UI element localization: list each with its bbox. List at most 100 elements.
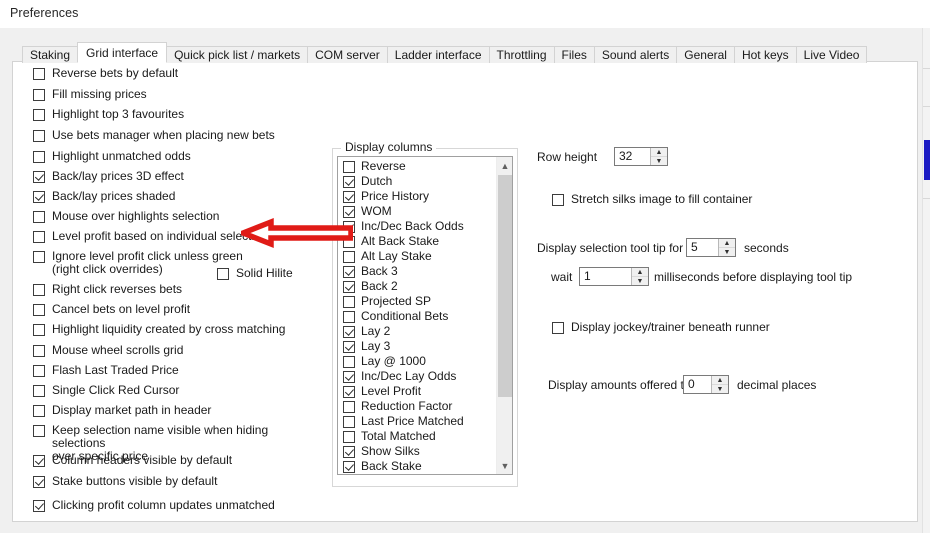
tab-ladder-interface[interactable]: Ladder interface bbox=[386, 46, 490, 63]
list-item-checkbox[interactable] bbox=[343, 355, 355, 368]
checkbox-mouse-wheel-scrolls-grid[interactable]: Mouse wheel scrolls grid bbox=[33, 344, 183, 357]
checkbox-box[interactable] bbox=[33, 211, 45, 223]
checkbox-box[interactable] bbox=[33, 68, 45, 80]
tooltip-duration-spin-down-icon[interactable]: ▼ bbox=[719, 248, 735, 256]
checkbox-box[interactable] bbox=[33, 171, 45, 183]
display-columns-listbox[interactable]: Reverse Dutch Price History WOM Inc/Dec Back… bbox=[337, 156, 513, 475]
list-item[interactable]: Projected SP bbox=[338, 294, 496, 309]
checkbox-use-bets-manager-when-placing-new-bets[interactable]: Use bets manager when placing new bets bbox=[33, 129, 275, 142]
row-height-spin-up-icon[interactable]: ▲ bbox=[651, 148, 667, 157]
checkbox-box[interactable] bbox=[33, 304, 45, 316]
checkbox-ignore-level-profit-click-unless-green[interactable]: Ignore level profit click unless green (r… bbox=[33, 250, 243, 276]
checkbox-mouse-over-highlights-selection[interactable]: Mouse over highlights selection bbox=[33, 210, 219, 223]
list-item-checkbox[interactable] bbox=[343, 265, 355, 278]
solid-hilite-checkbox-box[interactable] bbox=[217, 268, 229, 280]
list-item[interactable]: Back 3 bbox=[338, 264, 496, 279]
tab-general[interactable]: General bbox=[676, 46, 735, 63]
tab-hot-keys[interactable]: Hot keys bbox=[733, 46, 797, 63]
list-item-checkbox[interactable] bbox=[343, 250, 355, 263]
tab-grid-interface[interactable]: Grid interface bbox=[77, 42, 168, 63]
list-item-checkbox[interactable] bbox=[343, 325, 355, 338]
list-item[interactable]: Lay 2 bbox=[338, 324, 496, 339]
jockey-trainer-checkbox-box[interactable] bbox=[552, 322, 564, 334]
tab-staking[interactable]: Staking bbox=[22, 46, 79, 63]
checkbox-box[interactable] bbox=[33, 425, 45, 437]
checkbox-box[interactable] bbox=[33, 500, 45, 512]
checkbox-box[interactable] bbox=[33, 251, 45, 263]
checkbox-flash-last-traded-price[interactable]: Flash Last Traded Price bbox=[33, 364, 179, 377]
list-item[interactable]: Total Matched bbox=[338, 429, 496, 444]
checkbox-box[interactable] bbox=[33, 345, 45, 357]
checkbox-back-lay-prices-shaded[interactable]: Back/lay prices shaded bbox=[33, 190, 175, 203]
list-item-checkbox[interactable] bbox=[343, 280, 355, 293]
checkbox-box[interactable] bbox=[33, 191, 45, 203]
list-item-checkbox[interactable] bbox=[343, 370, 355, 383]
tab-sound-alerts[interactable]: Sound alerts bbox=[593, 46, 678, 63]
list-item[interactable]: Last Price Matched bbox=[338, 414, 496, 429]
checkbox-column-headers-visible-by-default[interactable]: Column headers visible by default bbox=[33, 454, 232, 467]
row-height-spinner[interactable]: 32 ▲ ▼ bbox=[614, 147, 668, 166]
list-item[interactable]: Level Profit bbox=[338, 384, 496, 399]
list-item[interactable]: Conditional Bets bbox=[338, 309, 496, 324]
checkbox-solid-hilite[interactable]: Solid Hilite bbox=[217, 267, 293, 280]
window-vertical-scrollbar[interactable] bbox=[922, 28, 930, 533]
list-item-checkbox[interactable] bbox=[343, 400, 355, 413]
checkbox-highlight-unmatched-odds[interactable]: Highlight unmatched odds bbox=[33, 150, 191, 163]
tooltip-wait-value[interactable]: 1 bbox=[580, 268, 631, 285]
tooltip-duration-spin-buttons[interactable]: ▲ ▼ bbox=[718, 239, 735, 256]
tab-quick-pick-list-markets[interactable]: Quick pick list / markets bbox=[166, 46, 309, 63]
listbox-scrollbar-thumb[interactable] bbox=[498, 175, 512, 397]
list-item-checkbox[interactable] bbox=[343, 310, 355, 323]
tab-live-video[interactable]: Live Video bbox=[795, 46, 868, 63]
tab-files[interactable]: Files bbox=[553, 46, 595, 63]
checkbox-highlight-top-3-favourites[interactable]: Highlight top 3 favourites bbox=[33, 108, 184, 121]
tooltip-wait-spin-up-icon[interactable]: ▲ bbox=[632, 268, 648, 277]
checkbox-display-market-path-in-header[interactable]: Display market path in header bbox=[33, 404, 211, 417]
list-item[interactable]: Price History bbox=[338, 189, 496, 204]
list-item-checkbox[interactable] bbox=[343, 190, 355, 203]
tab-com-server[interactable]: COM server bbox=[307, 46, 388, 63]
tooltip-duration-spinner[interactable]: 5 ▲ ▼ bbox=[686, 238, 736, 257]
checkbox-box[interactable] bbox=[33, 151, 45, 163]
checkbox-box[interactable] bbox=[33, 455, 45, 467]
list-item[interactable]: WOM bbox=[338, 204, 496, 219]
list-item-checkbox[interactable] bbox=[343, 460, 355, 473]
tooltip-wait-spin-buttons[interactable]: ▲ ▼ bbox=[631, 268, 648, 285]
tooltip-duration-value[interactable]: 5 bbox=[687, 239, 718, 256]
decimal-places-spin-up-icon[interactable]: ▲ bbox=[712, 376, 728, 385]
checkbox-box[interactable] bbox=[33, 385, 45, 397]
checkbox-level-profit-based-on-individual-selection[interactable]: Level profit based on individual selecti… bbox=[33, 230, 267, 243]
window-scrollbar-thumb[interactable] bbox=[924, 140, 930, 180]
list-item[interactable]: Back Stake bbox=[338, 459, 496, 474]
list-item-checkbox[interactable] bbox=[343, 220, 355, 233]
list-item[interactable]: Reverse bbox=[338, 159, 496, 174]
list-item-checkbox[interactable] bbox=[343, 430, 355, 443]
tooltip-wait-spin-down-icon[interactable]: ▼ bbox=[632, 277, 648, 285]
row-height-spin-buttons[interactable]: ▲ ▼ bbox=[650, 148, 667, 165]
checkbox-right-click-reverses-bets[interactable]: Right click reverses bets bbox=[33, 283, 182, 296]
checkbox-box[interactable] bbox=[33, 476, 45, 488]
decimal-places-spin-buttons[interactable]: ▲ ▼ bbox=[711, 376, 728, 393]
list-item-checkbox[interactable] bbox=[343, 415, 355, 428]
row-height-spin-down-icon[interactable]: ▼ bbox=[651, 157, 667, 165]
decimal-places-spinner[interactable]: 0 ▲ ▼ bbox=[683, 375, 729, 394]
checkbox-box[interactable] bbox=[33, 109, 45, 121]
checkbox-single-click-red-cursor[interactable]: Single Click Red Cursor bbox=[33, 384, 179, 397]
list-item-checkbox[interactable] bbox=[343, 160, 355, 173]
decimal-places-spin-down-icon[interactable]: ▼ bbox=[712, 385, 728, 393]
checkbox-cancel-bets-on-level-profit[interactable]: Cancel bets on level profit bbox=[33, 303, 190, 316]
checkbox-stake-buttons-visible-by-default[interactable]: Stake buttons visible by default bbox=[33, 475, 217, 488]
checkbox-reverse-bets-by-default[interactable]: Reverse bets by default bbox=[33, 67, 178, 80]
list-item-checkbox[interactable] bbox=[343, 340, 355, 353]
checkbox-display-jockey-trainer[interactable]: Display jockey/trainer beneath runner bbox=[552, 321, 770, 334]
checkbox-box[interactable] bbox=[33, 365, 45, 377]
row-height-value[interactable]: 32 bbox=[615, 148, 650, 165]
checkbox-fill-missing-prices[interactable]: Fill missing prices bbox=[33, 88, 147, 101]
checkbox-stretch-silks[interactable]: Stretch silks image to fill container bbox=[552, 193, 752, 206]
checkbox-box[interactable] bbox=[33, 89, 45, 101]
stretch-silks-checkbox-box[interactable] bbox=[552, 194, 564, 206]
list-item-checkbox[interactable] bbox=[343, 385, 355, 398]
list-item[interactable]: Lay 3 bbox=[338, 339, 496, 354]
list-item[interactable]: Reduction Factor bbox=[338, 399, 496, 414]
checkbox-box[interactable] bbox=[33, 130, 45, 142]
